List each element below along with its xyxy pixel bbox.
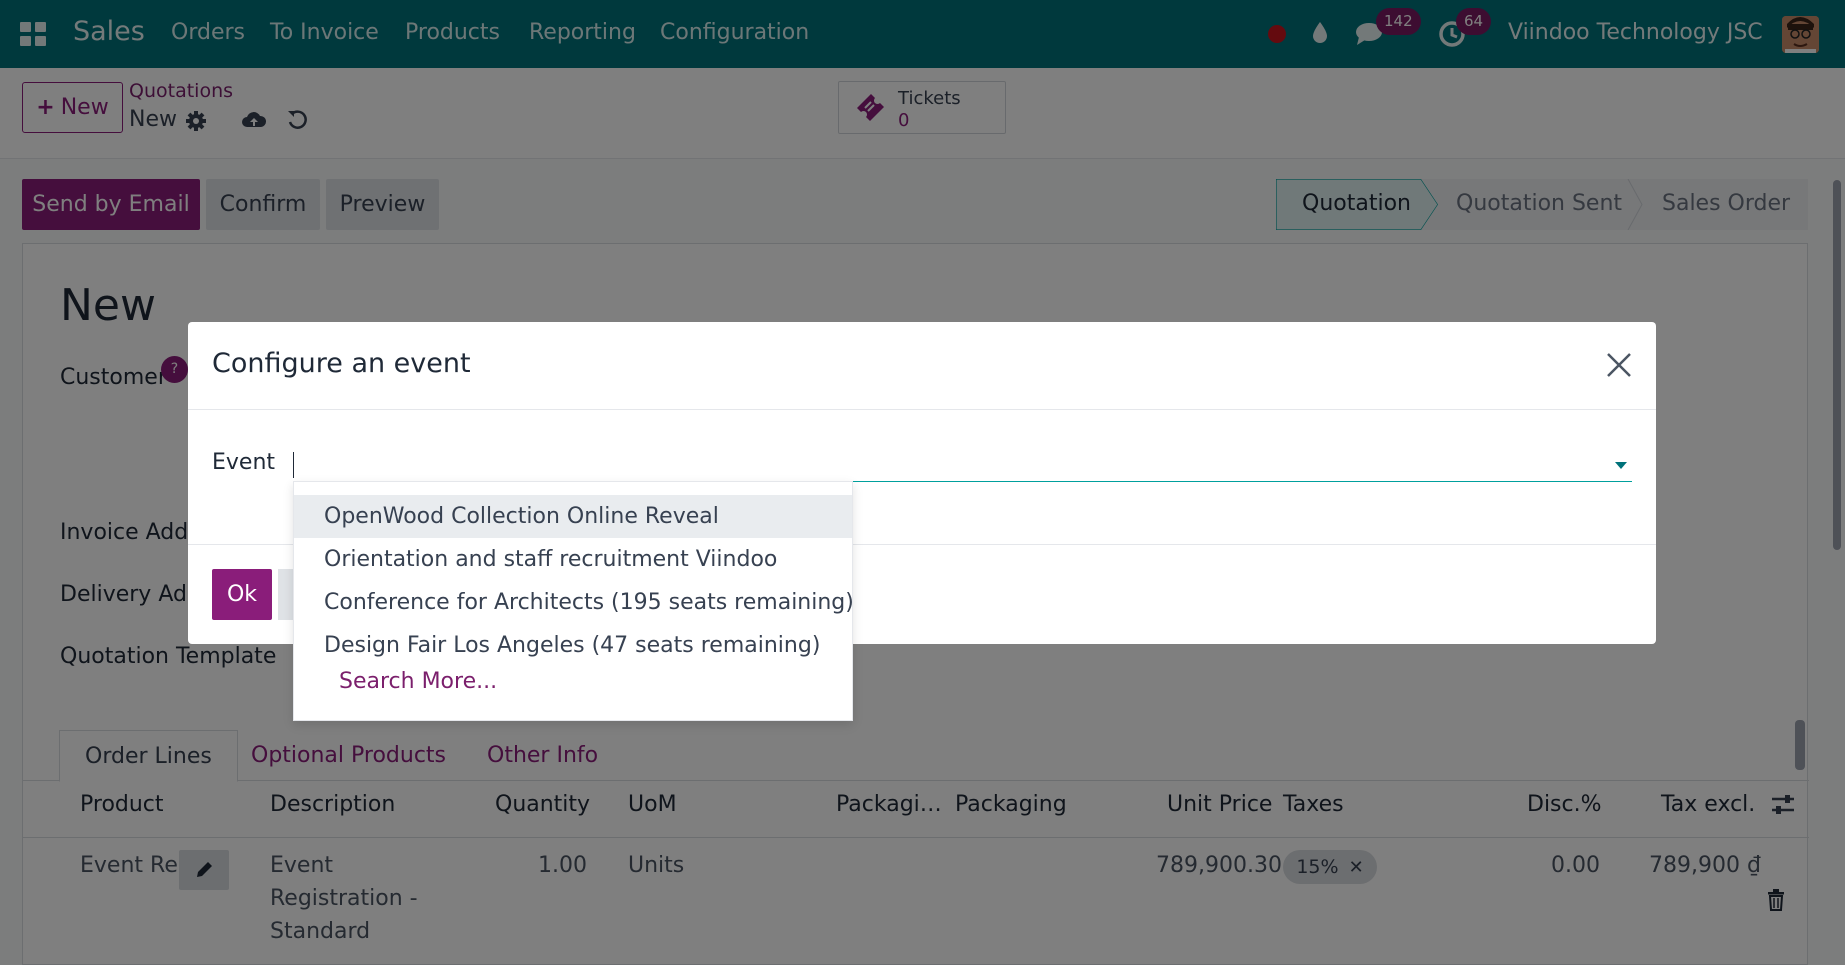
event-option[interactable]: Design Fair Los Angeles (47 seats remain… bbox=[294, 624, 852, 667]
chevron-down-icon[interactable] bbox=[1615, 462, 1627, 469]
dialog-title: Configure an event bbox=[212, 348, 471, 379]
event-option[interactable]: Orientation and staff recruitment Viindo… bbox=[294, 538, 852, 581]
close-icon[interactable] bbox=[1606, 352, 1632, 378]
ok-button[interactable]: Ok bbox=[212, 569, 272, 620]
event-option[interactable]: Conference for Architects (195 seats rem… bbox=[294, 581, 854, 624]
event-select-input[interactable] bbox=[293, 448, 1632, 482]
event-option[interactable]: OpenWood Collection Online Reveal bbox=[294, 495, 852, 538]
event-autocomplete-dropdown: OpenWood Collection Online Reveal Orient… bbox=[293, 481, 854, 721]
search-more-link[interactable]: Search More... bbox=[339, 669, 497, 694]
dialog-header: Configure an event bbox=[188, 322, 1656, 410]
text-caret bbox=[293, 452, 294, 478]
event-field-label: Event bbox=[212, 450, 276, 475]
